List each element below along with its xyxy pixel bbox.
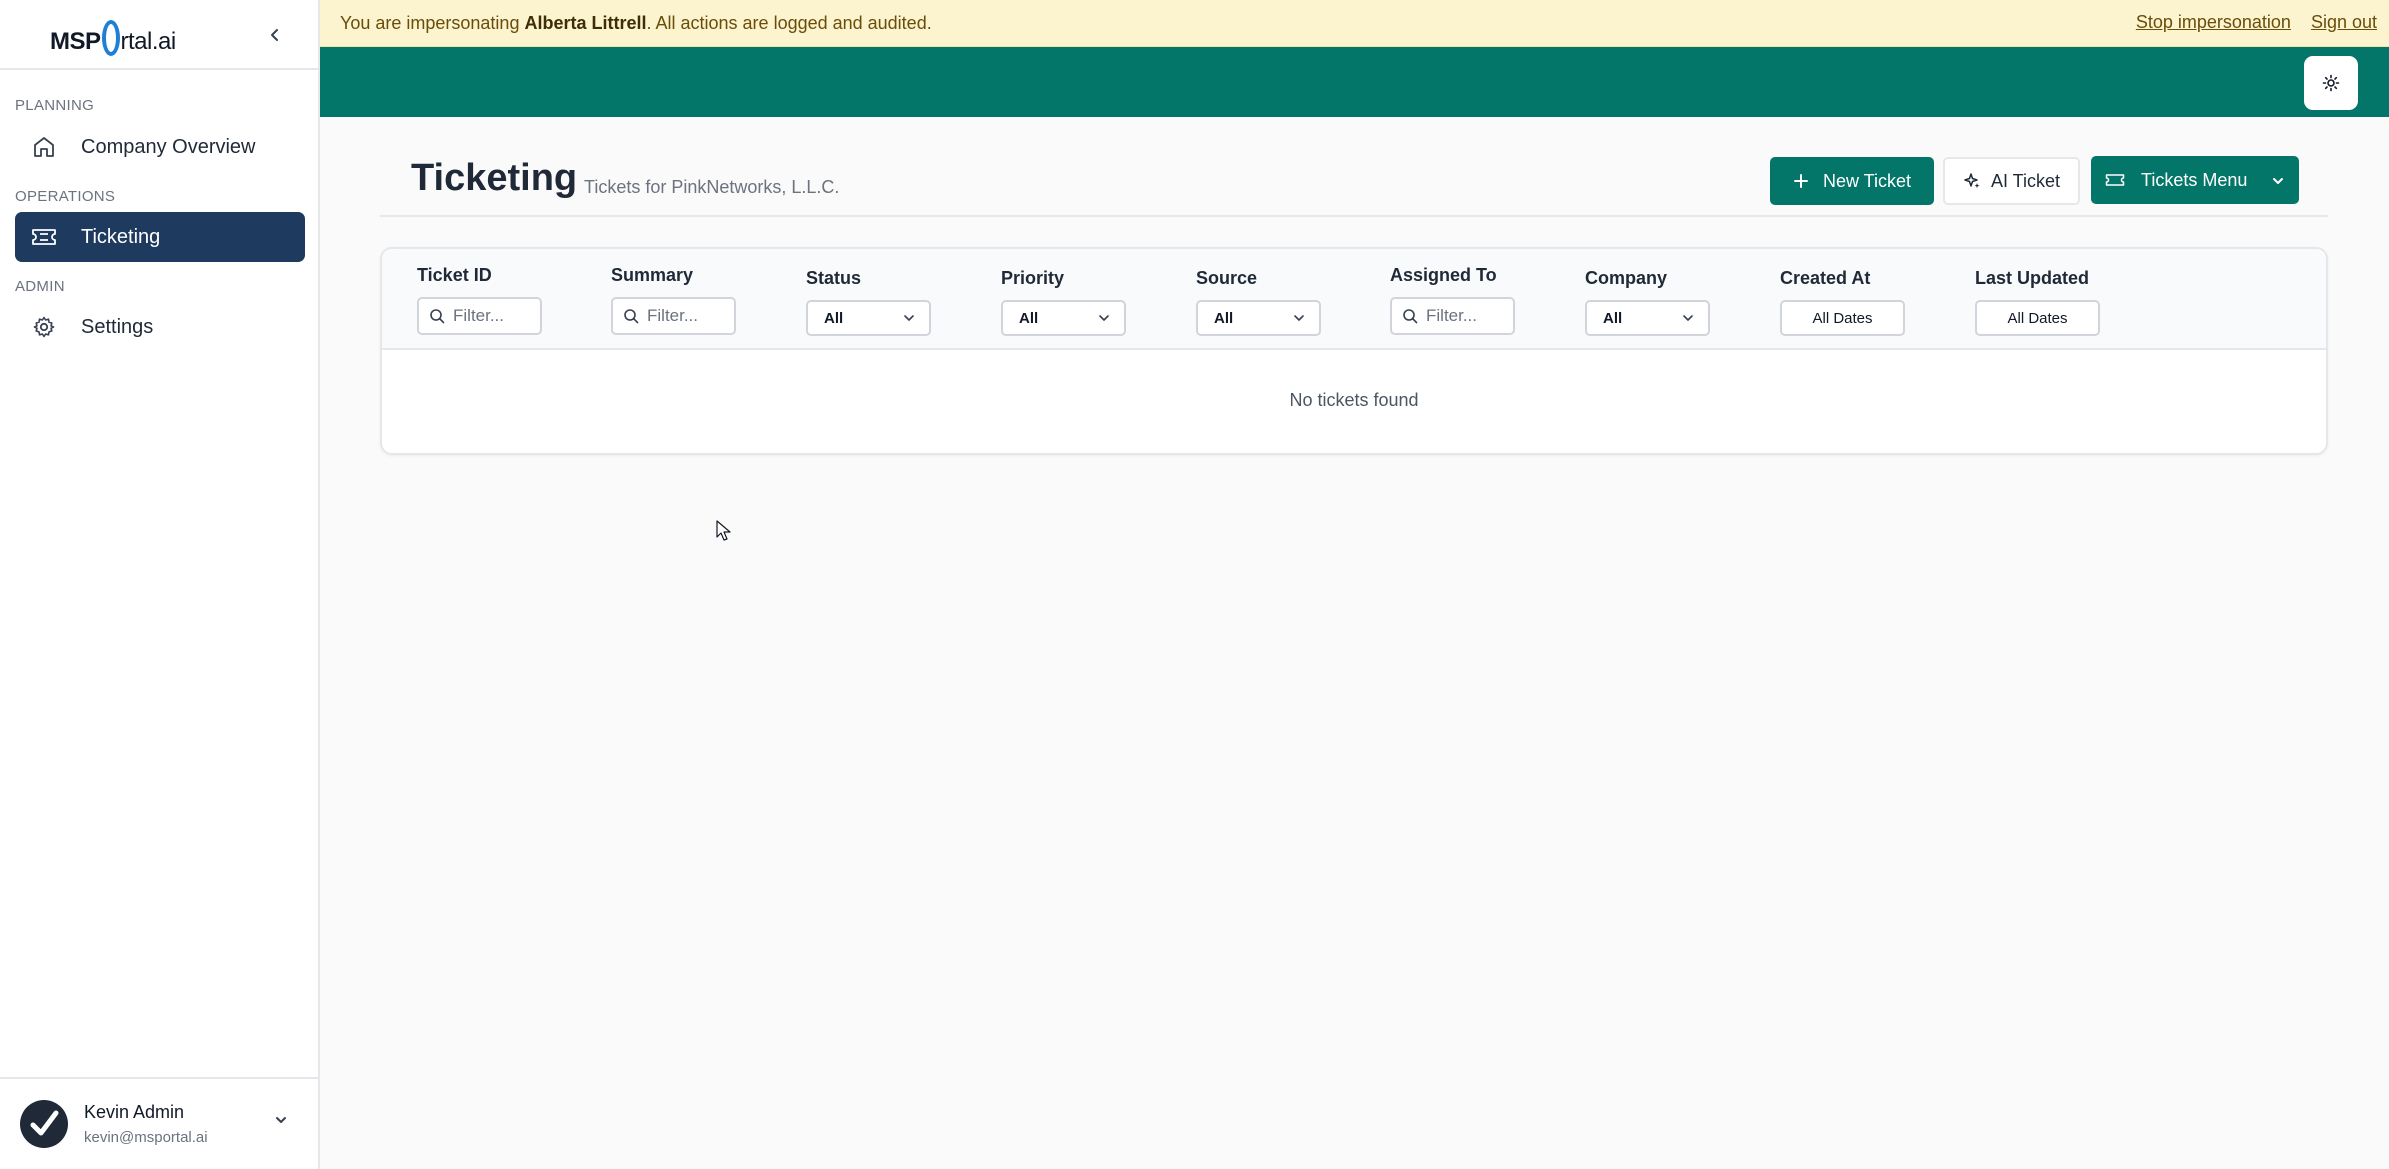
impersonated-user-name: Alberta Littrell bbox=[524, 12, 647, 33]
logo-suffix: rtal.ai bbox=[120, 27, 177, 55]
logo-row: MSP rtal.ai bbox=[0, 0, 318, 70]
column-last-updated: Last Updated All Dates bbox=[1975, 265, 2100, 336]
column-source: Source All bbox=[1196, 265, 1321, 336]
assigned-to-filter-input[interactable]: Filter... bbox=[1390, 297, 1515, 335]
section-label-operations: OPERATIONS bbox=[15, 188, 116, 205]
filter-placeholder: Filter... bbox=[453, 306, 505, 325]
filter-placeholder: Filter... bbox=[647, 306, 699, 325]
select-value: All bbox=[824, 309, 844, 327]
user-name: Kevin Admin bbox=[84, 1102, 185, 1122]
column-created-at: Created At All Dates bbox=[1780, 265, 1905, 336]
banner-suffix: . All actions are logged and audited. bbox=[646, 12, 932, 33]
chevron-down-icon[interactable] bbox=[274, 1113, 288, 1132]
logo-prefix: MSP bbox=[50, 27, 101, 55]
collapse-sidebar-button[interactable] bbox=[262, 22, 288, 48]
app-logo[interactable]: MSP rtal.ai bbox=[50, 13, 176, 56]
ticket-id-filter-input[interactable]: Filter... bbox=[417, 297, 542, 335]
column-label: Company bbox=[1585, 268, 1668, 288]
header-divider bbox=[380, 215, 2328, 217]
column-label: Last Updated bbox=[1975, 268, 2090, 288]
sign-out-link[interactable]: Sign out bbox=[2311, 12, 2377, 33]
sidebar: MSP rtal.ai PLANNING Company Overview OPE… bbox=[0, 0, 320, 1169]
chevron-down-icon bbox=[1683, 315, 1693, 321]
sidebar-item-label: Ticketing bbox=[81, 225, 161, 248]
search-icon bbox=[1402, 308, 1418, 324]
home-icon bbox=[31, 134, 57, 160]
ticket-icon bbox=[2105, 172, 2125, 188]
table-header: Ticket ID Filter... Summary Filter... St… bbox=[382, 249, 2326, 350]
select-value: All bbox=[1214, 309, 1234, 327]
banner-prefix: You are impersonating bbox=[340, 12, 525, 33]
sidebar-item-settings[interactable]: Settings bbox=[15, 302, 305, 352]
chevron-down-icon bbox=[2271, 172, 2285, 193]
column-label: Created At bbox=[1780, 268, 1871, 288]
checkmark-icon bbox=[30, 1110, 59, 1136]
avatar bbox=[20, 1100, 68, 1148]
sun-icon bbox=[2322, 74, 2340, 92]
page-subtitle: Tickets for PinkNetworks, L.L.C. bbox=[584, 177, 840, 197]
status-filter-select[interactable]: All bbox=[806, 300, 931, 336]
column-label: Ticket ID bbox=[417, 265, 492, 285]
sidebar-item-company-overview[interactable]: Company Overview bbox=[15, 122, 305, 172]
logo-ring-icon bbox=[101, 19, 120, 56]
top-bar bbox=[320, 47, 2389, 117]
column-company: Company All bbox=[1585, 265, 1710, 336]
user-email: kevin@msportal.ai bbox=[84, 1129, 208, 1146]
gear-icon bbox=[31, 314, 57, 340]
new-ticket-label: New Ticket bbox=[1822, 170, 1912, 191]
empty-state-message: No tickets found bbox=[1289, 390, 1419, 410]
ai-ticket-button[interactable]: AI Ticket bbox=[1943, 157, 2080, 205]
search-icon bbox=[623, 308, 639, 324]
ai-ticket-label: AI Ticket bbox=[1990, 170, 2061, 191]
sidebar-item-label: Company Overview bbox=[81, 135, 256, 158]
column-priority: Priority All bbox=[1001, 265, 1126, 336]
section-label-admin: ADMIN bbox=[15, 278, 65, 295]
chevron-down-icon bbox=[1099, 315, 1109, 321]
column-ticket-id: Ticket ID Filter... bbox=[417, 265, 542, 335]
column-summary: Summary Filter... bbox=[611, 265, 736, 335]
source-filter-select[interactable]: All bbox=[1196, 300, 1321, 336]
chevron-down-icon bbox=[904, 315, 914, 321]
sidebar-item-ticketing[interactable]: Ticketing bbox=[15, 212, 305, 262]
user-menu[interactable]: Kevin Admin kevin@msportal.ai bbox=[0, 1077, 318, 1169]
column-assigned-to: Assigned To Filter... bbox=[1390, 265, 1515, 335]
search-icon bbox=[429, 308, 445, 324]
column-label: Summary bbox=[611, 265, 694, 285]
summary-filter-input[interactable]: Filter... bbox=[611, 297, 736, 335]
column-label: Source bbox=[1196, 268, 1258, 288]
filter-placeholder: Filter... bbox=[1426, 306, 1478, 325]
ticket-icon bbox=[31, 224, 57, 250]
section-label-planning: PLANNING bbox=[15, 97, 95, 114]
plus-icon bbox=[1793, 173, 1809, 189]
mouse-cursor-icon bbox=[716, 520, 732, 547]
chevron-left-icon bbox=[271, 29, 278, 41]
chevron-down-icon bbox=[1294, 315, 1304, 321]
column-label: Assigned To bbox=[1390, 265, 1497, 285]
select-value: All bbox=[1019, 309, 1039, 327]
tickets-menu-label: Tickets Menu bbox=[2141, 169, 2248, 190]
created-at-date-filter[interactable]: All Dates bbox=[1780, 300, 1905, 336]
stop-impersonation-link[interactable]: Stop impersonation bbox=[2136, 12, 2291, 33]
priority-filter-select[interactable]: All bbox=[1001, 300, 1126, 336]
theme-toggle-button[interactable] bbox=[2304, 56, 2358, 110]
select-value: All bbox=[1603, 309, 1623, 327]
tickets-table: Ticket ID Filter... Summary Filter... St… bbox=[380, 247, 2328, 455]
page-title: Ticketing bbox=[411, 157, 578, 199]
last-updated-date-filter[interactable]: All Dates bbox=[1975, 300, 2100, 336]
column-label: Status bbox=[806, 268, 862, 288]
impersonation-banner: You are impersonating Alberta Littrell. … bbox=[320, 0, 2389, 47]
sidebar-item-label: Settings bbox=[81, 315, 154, 338]
sparkles-icon bbox=[1963, 172, 1981, 190]
banner-text: You are impersonating Alberta Littrell. … bbox=[340, 13, 932, 34]
tickets-menu-button[interactable]: Tickets Menu bbox=[2091, 156, 2299, 204]
company-filter-select[interactable]: All bbox=[1585, 300, 1710, 336]
new-ticket-button[interactable]: New Ticket bbox=[1770, 157, 1934, 205]
column-label: Priority bbox=[1001, 268, 1065, 288]
column-status: Status All bbox=[806, 265, 931, 336]
